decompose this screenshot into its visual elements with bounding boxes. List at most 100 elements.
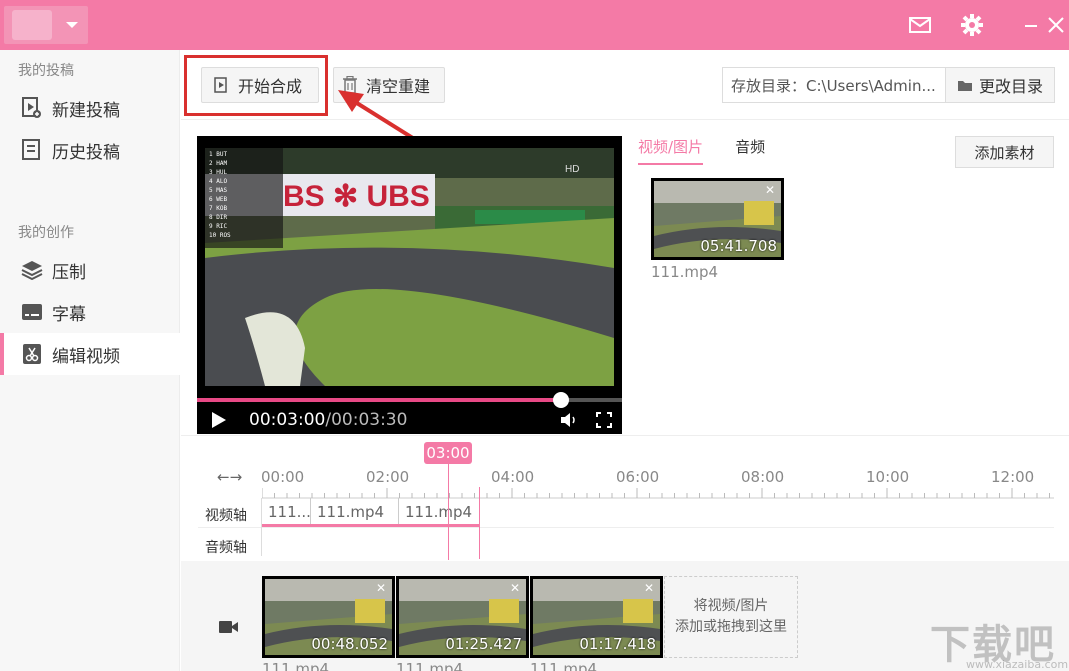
sidebar-item-subtitle[interactable]: 字幕 <box>0 291 180 333</box>
output-directory: 存放目录：C:\Users\Admin... 更改目录 <box>722 67 1055 103</box>
section-my-creation: 我的创作 <box>18 225 74 241</box>
playback-progress[interactable] <box>197 392 622 408</box>
close-icon[interactable]: ✕ <box>510 581 520 595</box>
subtitle-icon <box>20 300 44 324</box>
svg-text:5 MAS: 5 MAS <box>209 187 227 194</box>
svg-text:3 HUL: 3 HUL <box>209 169 227 176</box>
ruler-label: 00:00 <box>261 468 305 486</box>
volume-icon[interactable] <box>560 412 578 428</box>
layers-icon <box>20 258 44 282</box>
close-icon[interactable]: ✕ <box>765 183 775 197</box>
media-tabs: 视频/图片 音频 <box>638 136 797 165</box>
gear-icon[interactable] <box>959 12 985 38</box>
thumbnail: ✕ 05:41.708 <box>654 181 781 257</box>
sidebar-item-label: 历史投稿 <box>52 142 120 163</box>
directory-path: 存放目录：C:\Users\Admin... <box>731 76 936 95</box>
folder-icon <box>957 79 973 92</box>
history-icon <box>20 138 44 162</box>
svg-text:6 WEB: 6 WEB <box>209 196 227 203</box>
clip-duration: 01:17.418 <box>579 635 656 653</box>
timeline-clip[interactable]: 111.mp4 <box>399 498 480 526</box>
video-player: BS ✻ UBS 1 BUT 2 HAM 3 HUL 4 ALO 5 MAS 6 WEB 7… <box>197 136 622 434</box>
scissors-icon <box>20 342 44 366</box>
mail-icon[interactable] <box>907 12 933 38</box>
svg-text:4 ALO: 4 ALO <box>209 178 227 185</box>
svg-text:7 KOB: 7 KOB <box>209 205 227 212</box>
svg-text:BS ✻ UBS: BS ✻ UBS <box>283 180 430 213</box>
thumbnail: ✕ 00:48.052 <box>265 579 392 655</box>
track-label-audio: 音频轴 <box>205 540 247 556</box>
minimize-icon[interactable] <box>1018 12 1044 38</box>
sidebar-item-label: 字幕 <box>52 304 86 325</box>
avatar <box>12 10 52 40</box>
ruler-label: 02:00 <box>366 468 410 486</box>
ruler-label: 06:00 <box>616 468 660 486</box>
media-duration: 05:41.708 <box>700 237 777 255</box>
thumbnail: ✕ 01:17.418 <box>533 579 660 655</box>
section-my-posts: 我的投稿 <box>18 63 74 79</box>
svg-text:2 HAM: 2 HAM <box>209 160 227 167</box>
close-icon[interactable]: ✕ <box>376 581 386 595</box>
ruler-label: 12:00 <box>991 468 1035 486</box>
title-bar <box>0 0 1069 50</box>
play-icon[interactable] <box>211 411 227 429</box>
total-time: /00:03:30 <box>325 410 408 430</box>
svg-text:8 DIR: 8 DIR <box>209 214 227 221</box>
svg-text:9 RIC: 9 RIC <box>209 223 227 230</box>
track-label-video: 视频轴 <box>205 508 247 524</box>
clip-duration: 01:25.427 <box>445 635 522 653</box>
video-frame[interactable]: BS ✻ UBS 1 BUT 2 HAM 3 HUL 4 ALO 5 MAS 6 WEB 7… <box>205 148 614 386</box>
chevron-down-icon <box>66 22 78 28</box>
timeline-end-marker <box>479 487 480 559</box>
current-time: 00:03:00 <box>249 410 326 430</box>
tab-video-image[interactable]: 视频/图片 <box>638 136 704 165</box>
close-icon[interactable] <box>1043 12 1069 38</box>
sidebar-item-label: 新建投稿 <box>52 100 120 121</box>
ruler-label: 10:00 <box>866 468 910 486</box>
fullscreen-icon[interactable] <box>596 412 612 428</box>
svg-text:1 BUT: 1 BUT <box>209 151 227 158</box>
playhead-line[interactable] <box>448 462 449 560</box>
sidebar-item-new-post[interactable]: 新建投稿 <box>0 87 180 129</box>
sidebar-item-compress[interactable]: 压制 <box>0 249 180 291</box>
annotation-highlight-box <box>184 55 328 116</box>
change-directory-button[interactable]: 更改目录 <box>945 68 1054 102</box>
svg-text:10 ROS: 10 ROS <box>209 232 231 239</box>
tab-audio[interactable]: 音频 <box>735 136 765 165</box>
drop-zone[interactable]: 将视频/图片 添加或拖拽到这里 <box>664 576 798 658</box>
video-camera-icon <box>219 620 239 634</box>
timeline-clip[interactable]: 111.... <box>262 498 311 526</box>
account-switcher[interactable] <box>4 6 88 44</box>
svg-text:HD: HD <box>565 164 579 175</box>
player-controls: 00:03:00 /00:03:30 <box>197 406 622 434</box>
drop-zone-line2: 添加或拖拽到这里 <box>675 619 787 635</box>
timeline-clip[interactable]: 111.mp4 <box>311 498 399 526</box>
sidebar-item-edit-video[interactable]: 编辑视频 <box>0 333 180 375</box>
change-directory-label: 更改目录 <box>978 77 1043 96</box>
sidebar-item-label: 压制 <box>52 262 86 283</box>
watermark-url: www.xiazaiba.com <box>966 658 1069 671</box>
track-divider <box>198 527 1054 528</box>
ruler-label: 04:00 <box>491 468 535 486</box>
media-name: 111.mp4 <box>651 263 719 281</box>
add-media-button[interactable]: 添加素材 <box>955 136 1054 168</box>
clip-name: 111.mp4 <box>530 660 598 671</box>
sidebar-item-label: 编辑视频 <box>52 346 120 367</box>
zoom-arrows-icon[interactable]: ←→ <box>217 468 242 486</box>
thumbnail: ✕ 01:25.427 <box>399 579 526 655</box>
clip-duration: 00:48.052 <box>311 635 388 653</box>
media-item[interactable]: ✕ 05:41.708 <box>651 178 784 260</box>
sidebar: 我的投稿 新建投稿 历史投稿 我的创作 压制 字幕 编辑视频 <box>0 50 180 671</box>
ruler-label: 08:00 <box>741 468 785 486</box>
new-post-icon <box>20 96 44 120</box>
clip-name: 111.mp4 <box>396 660 464 671</box>
sidebar-item-history[interactable]: 历史投稿 <box>0 129 180 171</box>
progress-fill <box>197 398 562 402</box>
close-icon[interactable]: ✕ <box>644 581 654 595</box>
drop-zone-line1: 将视频/图片 <box>693 598 769 614</box>
playhead-time[interactable]: 03:00 <box>424 442 472 464</box>
strip-clip[interactable]: ✕ 01:17.418 <box>530 576 663 658</box>
strip-clip[interactable]: ✕ 01:25.427 <box>396 576 529 658</box>
clip-name: 111.mp4 <box>262 660 330 671</box>
strip-clip[interactable]: ✕ 00:48.052 <box>262 576 395 658</box>
